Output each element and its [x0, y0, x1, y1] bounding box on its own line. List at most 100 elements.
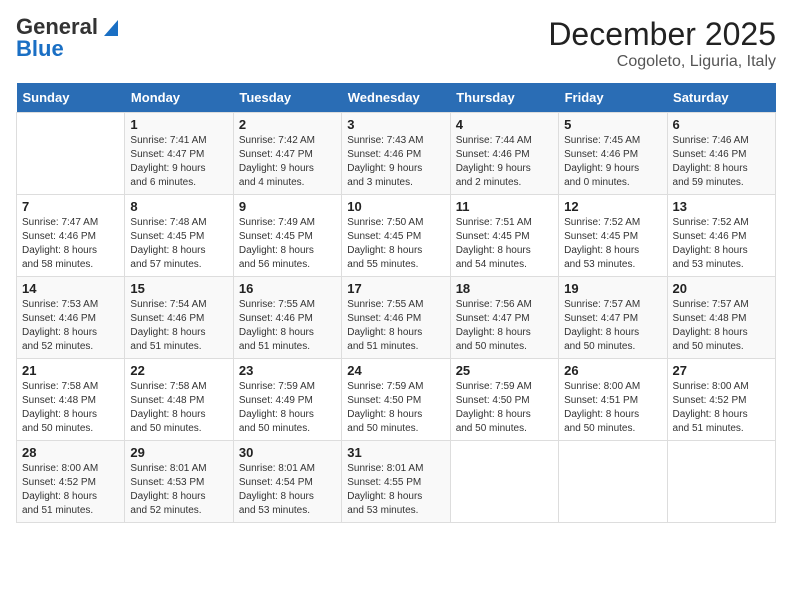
calendar-cell: 28 Sunrise: 8:00 AM Sunset: 4:52 PM Dayli…: [17, 441, 125, 523]
calendar-cell: 22Sunrise: 7:58 AM Sunset: 4:48 PM Dayli…: [125, 359, 233, 441]
day-info: Sunrise: 7:49 AM Sunset: 4:45 PM Dayligh…: [239, 216, 336, 272]
calendar-cell: 7 Sunrise: 7:47 AM Sunset: 4:46 PM Daylig…: [17, 195, 125, 277]
calendar-week-4: 28 Sunrise: 8:00 AM Sunset: 4:52 PM Dayli…: [17, 441, 776, 523]
header-friday: Friday: [559, 83, 667, 113]
day-info: Sunrise: 8:00 AM Sunset: 4:52 PM Dayligh…: [673, 380, 770, 436]
calendar-cell: 9 Sunrise: 7:49 AM Sunset: 4:45 PM Daylig…: [233, 195, 341, 277]
calendar-cell: 14Sunrise: 7:53 AM Sunset: 4:46 PM Dayli…: [17, 277, 125, 359]
day-number: 30: [239, 445, 336, 460]
calendar-cell: 19 Sunrise: 7:57 AM Sunset: 4:47 PM Dayli…: [559, 277, 667, 359]
day-number: 6: [673, 117, 770, 132]
calendar-week-0: 1Sunrise: 7:41 AM Sunset: 4:47 PM Daylig…: [17, 113, 776, 195]
calendar-cell: 10Sunrise: 7:50 AM Sunset: 4:45 PM Dayli…: [342, 195, 450, 277]
day-info: Sunrise: 7:56 AM Sunset: 4:47 PM Dayligh…: [456, 298, 553, 354]
day-number: 21: [22, 363, 119, 378]
day-info: Sunrise: 7:57 AM Sunset: 4:47 PM Dayligh…: [564, 298, 661, 354]
calendar-cell: 15Sunrise: 7:54 AM Sunset: 4:46 PM Dayli…: [125, 277, 233, 359]
day-info: Sunrise: 8:00 AM Sunset: 4:51 PM Dayligh…: [564, 380, 661, 436]
calendar-cell: [17, 113, 125, 195]
calendar-cell: 4Sunrise: 7:44 AM Sunset: 4:46 PM Daylig…: [450, 113, 558, 195]
calendar-cell: 29 Sunrise: 8:01 AM Sunset: 4:53 PM Dayli…: [125, 441, 233, 523]
calendar-body: 1Sunrise: 7:41 AM Sunset: 4:47 PM Daylig…: [17, 113, 776, 523]
calendar-cell: 27 Sunrise: 8:00 AM Sunset: 4:52 PM Dayli…: [667, 359, 775, 441]
header-saturday: Saturday: [667, 83, 775, 113]
day-info: Sunrise: 7:43 AM Sunset: 4:46 PM Dayligh…: [347, 134, 444, 190]
calendar-cell: 23 Sunrise: 7:59 AM Sunset: 4:49 PM Dayli…: [233, 359, 341, 441]
day-info: Sunrise: 8:00 AM Sunset: 4:52 PM Dayligh…: [22, 462, 119, 518]
calendar-cell: 2 Sunrise: 7:42 AM Sunset: 4:47 PM Daylig…: [233, 113, 341, 195]
day-number: 24: [347, 363, 444, 378]
title-block: December 2025 Cogoleto, Liguria, Italy: [548, 16, 776, 71]
day-info: Sunrise: 7:46 AM Sunset: 4:46 PM Dayligh…: [673, 134, 770, 190]
calendar-cell: 16 Sunrise: 7:55 AM Sunset: 4:46 PM Dayli…: [233, 277, 341, 359]
day-info: Sunrise: 7:57 AM Sunset: 4:48 PM Dayligh…: [673, 298, 770, 354]
calendar-cell: [450, 441, 558, 523]
calendar-week-3: 21 Sunrise: 7:58 AM Sunset: 4:48 PM Dayli…: [17, 359, 776, 441]
calendar-week-2: 14Sunrise: 7:53 AM Sunset: 4:46 PM Dayli…: [17, 277, 776, 359]
calendar-cell: 24 Sunrise: 7:59 AM Sunset: 4:50 PM Dayli…: [342, 359, 450, 441]
day-info: Sunrise: 7:58 AM Sunset: 4:48 PM Dayligh…: [130, 380, 227, 436]
calendar-cell: 5 Sunrise: 7:45 AM Sunset: 4:46 PM Daylig…: [559, 113, 667, 195]
header-monday: Monday: [125, 83, 233, 113]
day-number: 26: [564, 363, 661, 378]
day-number: 28: [22, 445, 119, 460]
day-number: 11: [456, 199, 553, 214]
day-info: Sunrise: 7:59 AM Sunset: 4:50 PM Dayligh…: [456, 380, 553, 436]
day-number: 27: [673, 363, 770, 378]
logo-general-text: General: [16, 16, 98, 38]
calendar-cell: 25 Sunrise: 7:59 AM Sunset: 4:50 PM Dayli…: [450, 359, 558, 441]
calendar-cell: 26 Sunrise: 8:00 AM Sunset: 4:51 PM Dayli…: [559, 359, 667, 441]
calendar-cell: 18 Sunrise: 7:56 AM Sunset: 4:47 PM Dayli…: [450, 277, 558, 359]
calendar-table: Sunday Monday Tuesday Wednesday Thursday…: [16, 83, 776, 523]
day-info: Sunrise: 7:59 AM Sunset: 4:49 PM Dayligh…: [239, 380, 336, 436]
day-number: 13: [673, 199, 770, 214]
calendar-cell: 17Sunrise: 7:55 AM Sunset: 4:46 PM Dayli…: [342, 277, 450, 359]
calendar-cell: 30 Sunrise: 8:01 AM Sunset: 4:54 PM Dayli…: [233, 441, 341, 523]
day-info: Sunrise: 8:01 AM Sunset: 4:54 PM Dayligh…: [239, 462, 336, 518]
day-number: 19: [564, 281, 661, 296]
logo: General Blue: [16, 16, 118, 60]
day-info: Sunrise: 7:44 AM Sunset: 4:46 PM Dayligh…: [456, 134, 553, 190]
calendar-cell: 12Sunrise: 7:52 AM Sunset: 4:45 PM Dayli…: [559, 195, 667, 277]
day-info: Sunrise: 8:01 AM Sunset: 4:53 PM Dayligh…: [130, 462, 227, 518]
day-number: 18: [456, 281, 553, 296]
day-info: Sunrise: 7:42 AM Sunset: 4:47 PM Dayligh…: [239, 134, 336, 190]
day-info: Sunrise: 8:01 AM Sunset: 4:55 PM Dayligh…: [347, 462, 444, 518]
day-number: 8: [130, 199, 227, 214]
day-number: 12: [564, 199, 661, 214]
day-info: Sunrise: 7:52 AM Sunset: 4:46 PM Dayligh…: [673, 216, 770, 272]
day-number: 29: [130, 445, 227, 460]
day-info: Sunrise: 7:48 AM Sunset: 4:45 PM Dayligh…: [130, 216, 227, 272]
header-row: Sunday Monday Tuesday Wednesday Thursday…: [17, 83, 776, 113]
logo-blue-text: Blue: [16, 38, 64, 60]
calendar-cell: [667, 441, 775, 523]
calendar-cell: 21 Sunrise: 7:58 AM Sunset: 4:48 PM Dayli…: [17, 359, 125, 441]
calendar-cell: 31Sunrise: 8:01 AM Sunset: 4:55 PM Dayli…: [342, 441, 450, 523]
day-number: 23: [239, 363, 336, 378]
day-number: 20: [673, 281, 770, 296]
day-info: Sunrise: 7:59 AM Sunset: 4:50 PM Dayligh…: [347, 380, 444, 436]
day-number: 25: [456, 363, 553, 378]
day-number: 9: [239, 199, 336, 214]
day-number: 15: [130, 281, 227, 296]
header-sunday: Sunday: [17, 83, 125, 113]
calendar-cell: [559, 441, 667, 523]
day-info: Sunrise: 7:55 AM Sunset: 4:46 PM Dayligh…: [347, 298, 444, 354]
calendar-cell: 20 Sunrise: 7:57 AM Sunset: 4:48 PM Dayli…: [667, 277, 775, 359]
logo-icon: [100, 20, 118, 36]
day-info: Sunrise: 7:47 AM Sunset: 4:46 PM Dayligh…: [22, 216, 119, 272]
day-info: Sunrise: 7:45 AM Sunset: 4:46 PM Dayligh…: [564, 134, 661, 190]
day-number: 7: [22, 199, 119, 214]
calendar-cell: 13 Sunrise: 7:52 AM Sunset: 4:46 PM Dayli…: [667, 195, 775, 277]
day-info: Sunrise: 7:55 AM Sunset: 4:46 PM Dayligh…: [239, 298, 336, 354]
page-header: General Blue December 2025 Cogoleto, Lig…: [16, 16, 776, 71]
calendar-cell: 3Sunrise: 7:43 AM Sunset: 4:46 PM Daylig…: [342, 113, 450, 195]
day-number: 16: [239, 281, 336, 296]
day-number: 5: [564, 117, 661, 132]
calendar-header: Sunday Monday Tuesday Wednesday Thursday…: [17, 83, 776, 113]
day-number: 2: [239, 117, 336, 132]
day-info: Sunrise: 7:58 AM Sunset: 4:48 PM Dayligh…: [22, 380, 119, 436]
day-info: Sunrise: 7:53 AM Sunset: 4:46 PM Dayligh…: [22, 298, 119, 354]
day-info: Sunrise: 7:50 AM Sunset: 4:45 PM Dayligh…: [347, 216, 444, 272]
header-tuesday: Tuesday: [233, 83, 341, 113]
